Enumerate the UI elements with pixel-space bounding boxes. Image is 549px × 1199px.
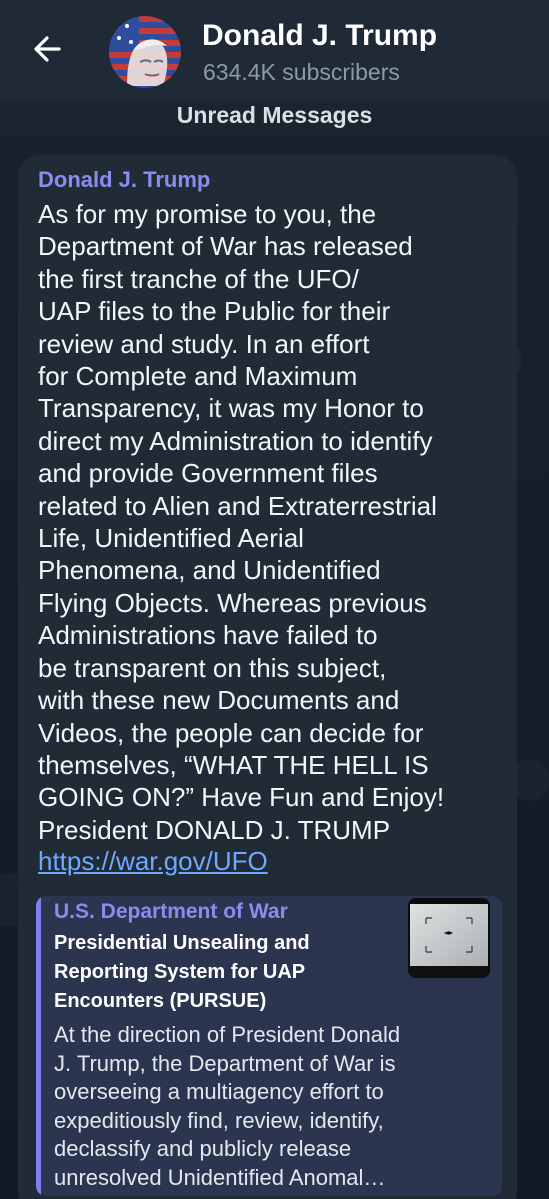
- arrow-left-icon: [34, 36, 61, 62]
- link-preview-card[interactable]: U.S. Department of War Presidential Unse…: [36, 896, 502, 1196]
- preview-accent-bar: [36, 896, 41, 1196]
- back-button[interactable]: [30, 31, 66, 67]
- ufo-video-thumbnail-icon: [408, 898, 490, 978]
- subscriber-count: 634.4K subscribers: [203, 59, 400, 85]
- message-sender[interactable]: Donald J. Trump: [38, 167, 210, 193]
- unread-messages-divider: Unread Messages: [0, 100, 549, 136]
- message-link[interactable]: https://war.gov/UFO: [38, 845, 268, 877]
- message-text: As for my promise to you, the Department…: [38, 199, 445, 845]
- channel-title[interactable]: Donald J. Trump: [202, 19, 437, 53]
- chat-header: Donald J. Trump 634.4K subscribers: [0, 0, 549, 100]
- preview-description: At the direction of President Donald J. …: [54, 1022, 401, 1190]
- avatar-image-icon: [109, 16, 181, 88]
- message-bubble[interactable]: Donald J. Trump As for my promise to you…: [18, 155, 517, 1199]
- preview-title: Presidential Unsealing and Reporting Sys…: [54, 932, 310, 1012]
- preview-site-name: U.S. Department of War: [54, 900, 288, 923]
- preview-thumbnail[interactable]: [408, 898, 490, 978]
- channel-avatar[interactable]: [109, 16, 181, 88]
